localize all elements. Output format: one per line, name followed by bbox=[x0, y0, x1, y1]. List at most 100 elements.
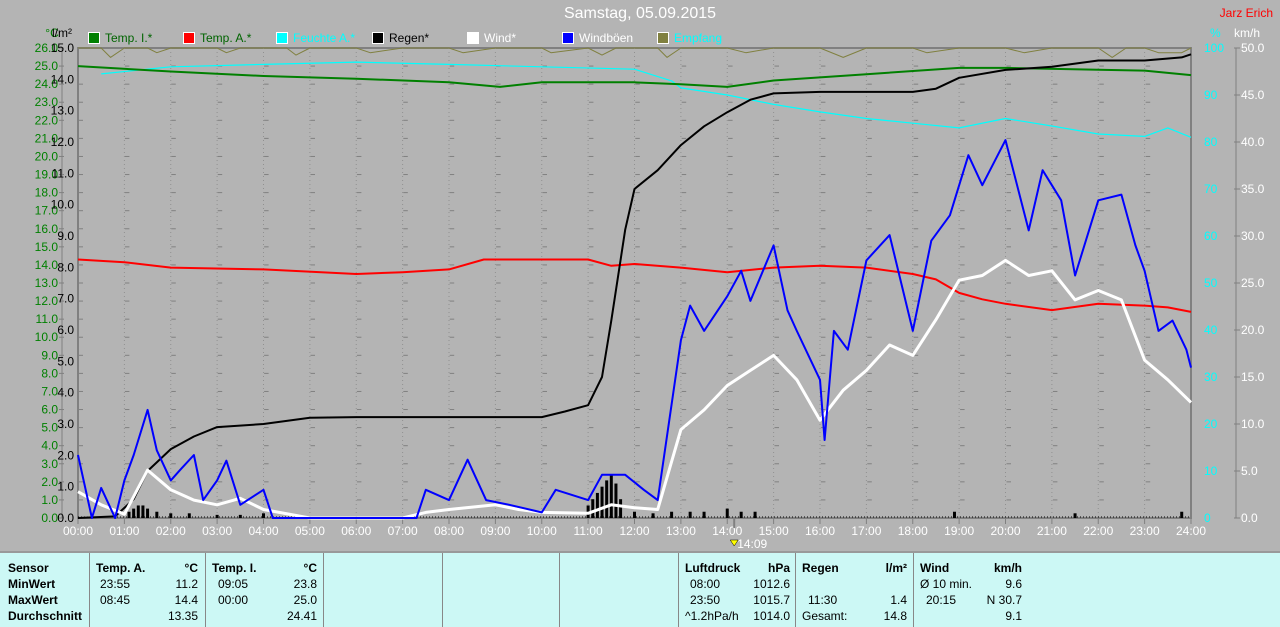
temp-tick-label: 6.0 bbox=[41, 403, 58, 417]
wind-tick-label: 5.0 bbox=[1241, 464, 1258, 478]
temp-tick-label: 15.0 bbox=[35, 240, 59, 254]
row-label-max: MaxWert bbox=[8, 593, 58, 607]
humidity-tick-label: 10 bbox=[1204, 464, 1218, 478]
pressure-trend: ^1.2hPa/h bbox=[685, 609, 739, 623]
wind-tick-label: 25.0 bbox=[1241, 276, 1265, 290]
temp-i-min-time: 09:05 bbox=[218, 577, 249, 591]
temp-tick-label: 1.0 bbox=[41, 493, 58, 507]
x-tick-label: 09:00 bbox=[480, 524, 510, 538]
temp-a-max-time: 08:45 bbox=[100, 593, 131, 607]
pressure-header: Luftdruck bbox=[685, 561, 741, 575]
temp-tick-label: 11.0 bbox=[36, 312, 59, 326]
rain-tick-label: 15.0 bbox=[51, 41, 75, 55]
x-tick-label: 24:00 bbox=[1176, 524, 1206, 538]
pressure-min-time: 08:00 bbox=[690, 577, 721, 591]
series-line-feuchte-a bbox=[101, 61, 1192, 138]
divider bbox=[795, 553, 796, 627]
temp-tick-label: 16.0 bbox=[35, 222, 59, 236]
temp-tick-label: 9.0 bbox=[41, 348, 58, 362]
wind-tick-label: 20.0 bbox=[1241, 323, 1265, 337]
rain-total: 14.8 bbox=[883, 609, 907, 623]
x-tick-label: 22:00 bbox=[1083, 524, 1113, 538]
rain-tick-label: 13.0 bbox=[51, 104, 75, 118]
wind-tick-label: 50.0 bbox=[1241, 41, 1265, 55]
temp-a-unit: °C bbox=[184, 561, 198, 575]
rain-tick-label: 5.0 bbox=[57, 354, 74, 368]
statistics-table: Sensor MinWert MaxWert Durchschnitt Temp… bbox=[0, 551, 1280, 627]
temp-tick-label: 10.0 bbox=[35, 330, 59, 344]
x-tick-label: 21:00 bbox=[1037, 524, 1067, 538]
rain-tick-label: 6.0 bbox=[57, 323, 74, 337]
rain-unit: l/m² bbox=[885, 561, 907, 575]
temp-tick-label: 7.0 bbox=[41, 384, 58, 398]
x-tick-label: 03:00 bbox=[202, 524, 232, 538]
temp-tick-label: 8.0 bbox=[41, 366, 58, 380]
rain-bar bbox=[136, 505, 140, 518]
series-line-wind bbox=[77, 258, 1193, 520]
temp-a-header: Temp. A. bbox=[96, 561, 146, 575]
wind-avg10: 9.6 bbox=[1005, 577, 1022, 591]
rain-tick-label: 11.0 bbox=[52, 166, 75, 180]
plot-frame bbox=[77, 47, 1192, 519]
rain-tick-label: 10.0 bbox=[51, 198, 75, 212]
humidity-tick-label: 60 bbox=[1204, 229, 1218, 243]
rain-max-time: 11:30 bbox=[808, 593, 838, 607]
rain-bar bbox=[591, 499, 595, 518]
x-tick-label: 07:00 bbox=[388, 524, 418, 538]
temp-a-min: 11.2 bbox=[175, 577, 198, 591]
rain-total-label: Gesamt: bbox=[802, 609, 848, 623]
temp-i-avg: 24.41 bbox=[286, 609, 317, 623]
temp-tick-label: 25.0 bbox=[35, 59, 59, 73]
temp-i-header: Temp. I. bbox=[212, 561, 257, 575]
rain-bar bbox=[595, 492, 599, 518]
temp-tick-label: 2.0 bbox=[41, 475, 58, 489]
sensor-header: Sensor bbox=[8, 561, 49, 575]
x-tick-label: 15:00 bbox=[759, 524, 789, 538]
humidity-tick-label: 80 bbox=[1204, 135, 1218, 149]
x-tick-label: 20:00 bbox=[990, 524, 1020, 538]
wind-avg10-label: Ø 10 min. bbox=[920, 577, 973, 591]
divider bbox=[913, 553, 914, 627]
wind-tick-label: 35.0 bbox=[1241, 182, 1265, 196]
rain-bar bbox=[605, 480, 609, 518]
temp-i-unit: °C bbox=[303, 561, 317, 575]
temp-i-max-time: 00:00 bbox=[218, 593, 249, 607]
divider bbox=[89, 553, 90, 627]
pressure-min: 1012.6 bbox=[753, 577, 790, 591]
rain-tick-label: 2.0 bbox=[57, 448, 74, 462]
time-marker-label: 14:09 bbox=[737, 537, 767, 551]
x-tick-label: 18:00 bbox=[898, 524, 928, 538]
wind-tick-label: 40.0 bbox=[1241, 135, 1265, 149]
rain-tick-label: 8.0 bbox=[57, 260, 74, 274]
rain-tick-label: 3.0 bbox=[57, 417, 74, 431]
x-tick-label: 02:00 bbox=[156, 524, 186, 538]
temp-tick-label: 0.0 bbox=[41, 511, 58, 525]
x-tick-label: 23:00 bbox=[1130, 524, 1160, 538]
x-tick-label: 00:00 bbox=[63, 524, 93, 538]
x-tick-label: 06:00 bbox=[341, 524, 371, 538]
wind-axis-unit: km/h bbox=[1234, 26, 1260, 40]
temp-tick-label: 14.0 bbox=[35, 258, 59, 272]
humidity-tick-label: 30 bbox=[1204, 370, 1218, 384]
humidity-tick-label: 0 bbox=[1204, 511, 1211, 525]
pressure-max-time: 23:50 bbox=[690, 593, 721, 607]
wind-unit: km/h bbox=[993, 561, 1022, 575]
divider bbox=[442, 553, 443, 627]
temp-i-max: 25.0 bbox=[293, 593, 317, 607]
wind-max: N 30.7 bbox=[986, 593, 1022, 607]
divider bbox=[205, 553, 206, 627]
rain-tick-label: 12.0 bbox=[51, 135, 75, 149]
rain-bar bbox=[238, 514, 242, 518]
rain-bar bbox=[600, 486, 604, 518]
humidity-tick-label: 70 bbox=[1204, 182, 1218, 196]
wind-tick-label: 30.0 bbox=[1241, 229, 1265, 243]
rain-tick-label: 14.0 bbox=[51, 72, 75, 86]
divider bbox=[559, 553, 560, 627]
temp-a-max: 14.4 bbox=[174, 593, 198, 607]
weather-chart: 00:00 01:00 02:00 03:00 04:00 05:00 06:00 07:00… bbox=[35, 26, 1265, 551]
rain-tick-label: 0.0 bbox=[57, 511, 74, 525]
temp-tick-label: 20.0 bbox=[35, 149, 59, 163]
pressure-unit: hPa bbox=[767, 561, 790, 575]
humidity-tick-label: 100 bbox=[1204, 41, 1224, 55]
temp-tick-label: 4.0 bbox=[41, 439, 58, 453]
